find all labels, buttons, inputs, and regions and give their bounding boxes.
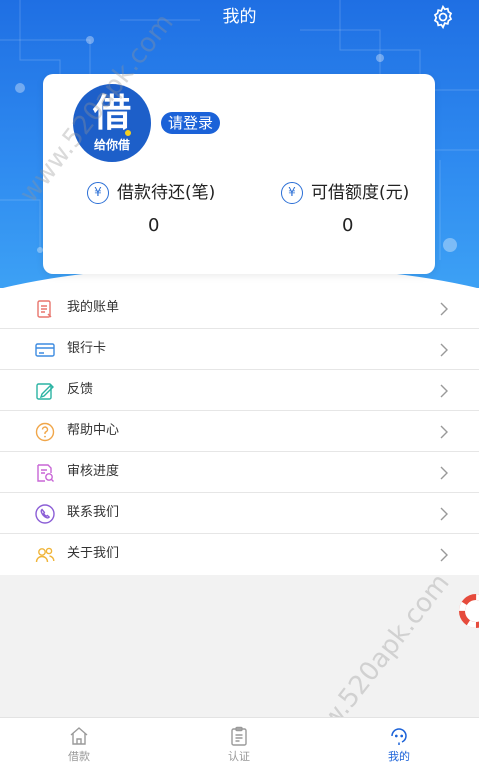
feedback-edit-icon bbox=[36, 383, 54, 400]
tab-label: 认证 bbox=[228, 750, 250, 763]
customer-service-float-icon[interactable] bbox=[459, 594, 479, 628]
menu-item-bills[interactable]: 我的账单 bbox=[0, 288, 479, 329]
yen-circle-icon: ¥ bbox=[281, 182, 303, 204]
gear-icon[interactable] bbox=[430, 4, 456, 30]
stat-value: 0 bbox=[342, 215, 354, 236]
phone-icon bbox=[35, 504, 55, 524]
menu-item-feedback[interactable]: 反馈 bbox=[0, 370, 479, 411]
login-button[interactable]: 请登录 bbox=[161, 112, 221, 134]
users-icon bbox=[35, 547, 55, 563]
menu-item-label: 关于我们 bbox=[67, 546, 120, 561]
yen-cycle-icon: ¥ bbox=[87, 182, 109, 204]
tab-verify[interactable]: 认证 bbox=[199, 718, 279, 767]
stat-label: 可借额度(元) bbox=[311, 183, 410, 203]
menu-item-help[interactable]: 帮助中心 bbox=[0, 411, 479, 452]
menu-item-label: 银行卡 bbox=[67, 341, 107, 356]
menu-item-contact[interactable]: 联系我们 bbox=[0, 493, 479, 534]
stat-value: 0 bbox=[148, 215, 160, 236]
chevron-right-icon bbox=[440, 343, 448, 357]
tab-mine[interactable]: 我的 bbox=[359, 718, 439, 767]
menu-list: 我的账单 银行卡 反馈 帮助中心 审核进度 联系我们 关于我们 bbox=[0, 288, 479, 575]
tab-label: 我的 bbox=[388, 750, 410, 763]
menu-item-label: 反馈 bbox=[67, 382, 94, 397]
chevron-right-icon bbox=[440, 425, 448, 439]
bottom-tab-bar: 借款 认证 我的 bbox=[0, 717, 479, 767]
menu-item-bank-card[interactable]: 银行卡 bbox=[0, 329, 479, 370]
stat-label: 借款待还(笔) bbox=[117, 183, 216, 203]
help-question-icon bbox=[35, 422, 55, 442]
menu-item-about[interactable]: 关于我们 bbox=[0, 534, 479, 575]
menu-item-review-progress[interactable]: 审核进度 bbox=[0, 452, 479, 493]
menu-item-label: 审核进度 bbox=[67, 464, 120, 479]
bill-icon bbox=[37, 300, 52, 318]
menu-item-label: 联系我们 bbox=[67, 505, 120, 520]
chevron-right-icon bbox=[440, 384, 448, 398]
chevron-right-icon bbox=[440, 507, 448, 521]
menu-item-label: 我的账单 bbox=[67, 300, 120, 315]
chevron-right-icon bbox=[440, 466, 448, 480]
page-title: 我的 bbox=[222, 7, 257, 27]
user-face-icon bbox=[391, 728, 407, 745]
stat-credit-limit: ¥ 可借额度(元) 0 bbox=[281, 180, 451, 238]
home-icon bbox=[70, 727, 88, 745]
stat-pending-loans: ¥ 借款待还(笔) 0 bbox=[87, 180, 257, 238]
review-progress-icon bbox=[37, 464, 54, 482]
tab-label: 借款 bbox=[68, 750, 90, 763]
tab-loan[interactable]: 借款 bbox=[39, 718, 119, 767]
bank-card-icon bbox=[35, 343, 55, 357]
chevron-right-icon bbox=[440, 302, 448, 316]
clipboard-icon bbox=[231, 726, 247, 746]
menu-item-label: 帮助中心 bbox=[67, 423, 120, 438]
chevron-right-icon bbox=[440, 548, 448, 562]
